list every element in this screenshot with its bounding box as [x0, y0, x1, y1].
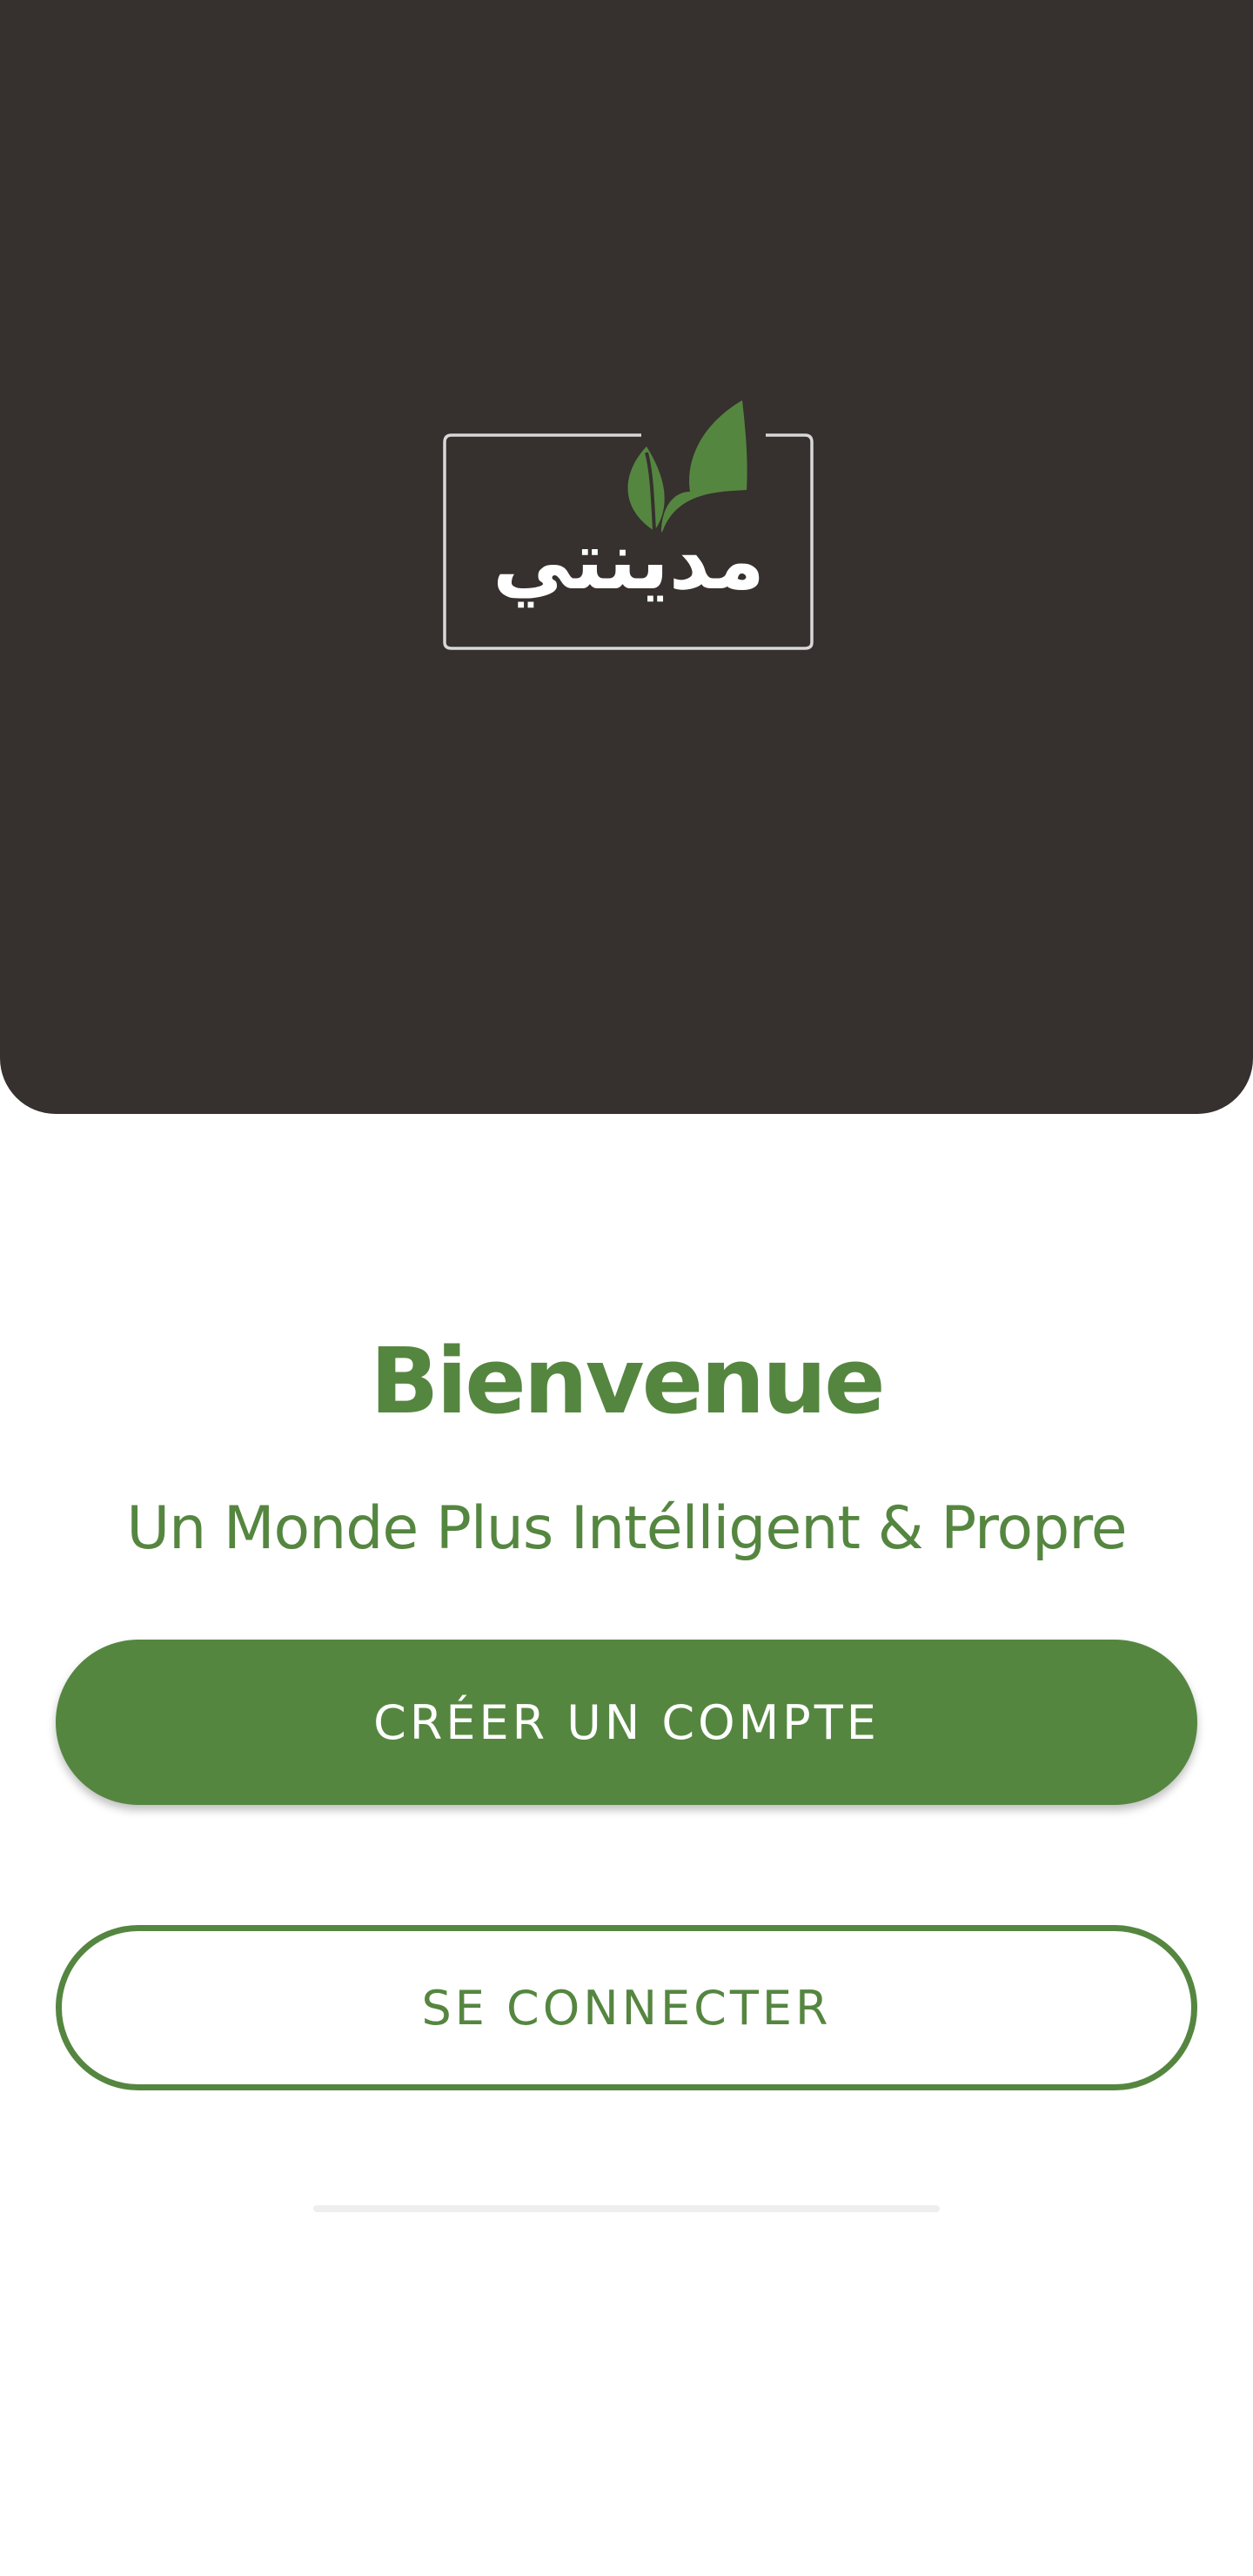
app-logo: مدينتي: [439, 396, 818, 653]
hero-banner: مدينتي: [0, 0, 1253, 1114]
welcome-tagline: Un Monde Plus Intélligent & Propre: [126, 1494, 1127, 1563]
logo-wordmark: مدينتي: [492, 514, 765, 607]
welcome-title: Bienvenue: [370, 1328, 885, 1434]
bottom-divider: [313, 2205, 940, 2212]
create-account-button[interactable]: CRÉER UN COMPTE: [56, 1640, 1197, 1805]
login-button[interactable]: SE CONNECTER: [56, 1925, 1197, 2090]
welcome-screen: مدينتي Bienvenue Un Monde Plus Intéllige…: [0, 0, 1253, 2576]
